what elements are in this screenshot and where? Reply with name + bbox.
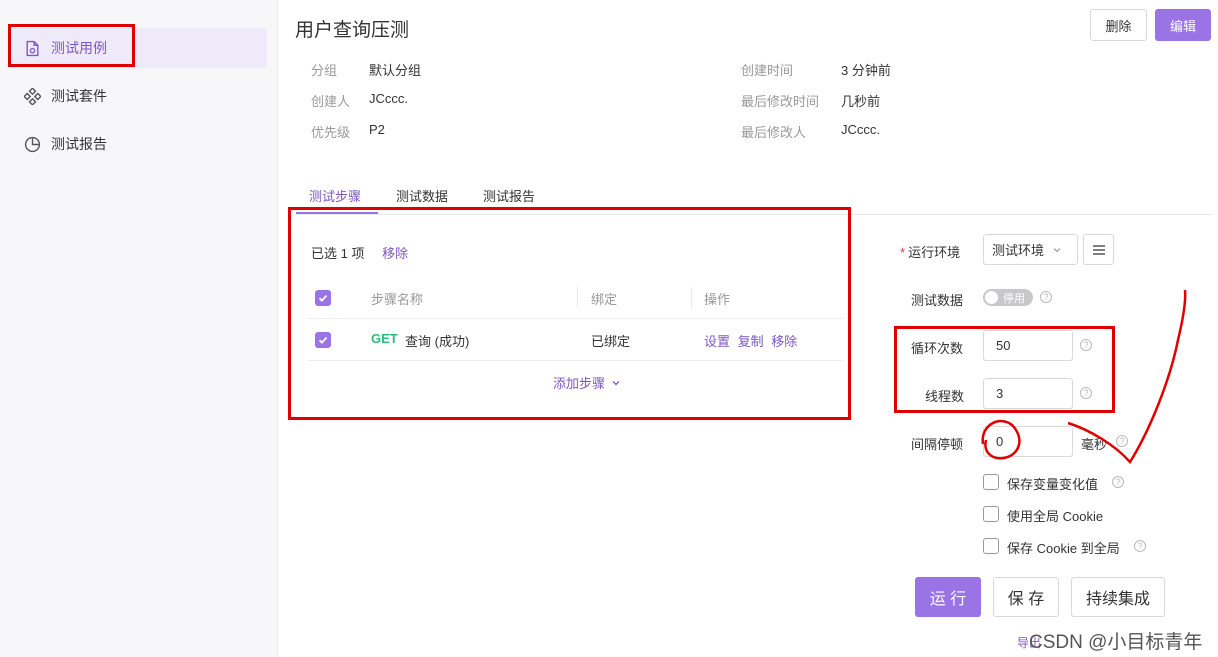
save-vars-label: 保存变量变化值 [1007,477,1099,492]
env-select-value: 测试环境 [992,243,1045,258]
delete-button[interactable]: 删除 [1090,9,1147,41]
remove-link[interactable]: 移除 [771,334,797,349]
global-cookie-checkbox[interactable] [983,506,999,522]
pie-chart-icon [24,136,41,152]
group-value: 默认分组 [369,63,422,78]
priority-value: P2 [369,122,385,137]
created-label: 创建时间 [741,63,794,78]
column-header-bind: 绑定 [591,292,618,307]
test-data-label: 测试数据 [911,293,964,308]
row-actions: 设置 复制 移除 [704,331,801,350]
test-data-toggle[interactable]: 停用 [983,289,1033,306]
row-checkbox[interactable] [315,332,331,348]
selected-count-text: 已选 1 项 [311,246,365,261]
chevron-down-icon [1053,247,1061,252]
select-all-checkbox[interactable] [315,290,331,306]
toggle-knob [985,291,998,304]
tab-test-steps[interactable]: 测试步骤 [309,186,361,205]
toggle-text: 停用 [1003,292,1025,305]
sidebar-item-label: 测试用例 [51,40,107,56]
modifier-value: JCccc. [841,122,880,137]
tab-divider [295,214,1212,215]
created-value: 3 分钟前 [841,63,891,78]
watermark: CSDN @小目标青年 [1029,632,1203,653]
creator-label: 创建人 [311,94,351,109]
modifier-label: 最后修改人 [741,125,807,140]
column-header-step-name: 步骤名称 [371,292,424,307]
add-step-label: 添加步骤 [553,376,606,391]
sidebar-item-label: 测试套件 [51,88,107,104]
copy-link[interactable]: 复制 [738,334,764,349]
edit-button[interactable]: 编辑 [1155,9,1211,41]
ci-button[interactable]: 持续集成 [1071,577,1165,617]
interval-input[interactable] [983,426,1073,457]
save-button[interactable]: 保 存 [993,577,1059,617]
column-separator [577,287,578,307]
sidebar-item-test-reports[interactable]: 测试报告 [10,124,267,164]
sidebar-item-label: 测试报告 [51,136,107,152]
column-separator [691,287,692,307]
tab-test-reports[interactable]: 测试报告 [483,186,535,205]
help-icon[interactable]: ? [1112,476,1124,488]
step-name[interactable]: 查询 (成功) [405,331,469,350]
interval-unit: 毫秒 [1081,437,1108,452]
check-icon [318,336,328,344]
sidebar: 测试用例 测试套件 测试报告 [0,0,278,657]
interval-label: 间隔停顿 [911,437,964,452]
help-icon[interactable]: ? [1080,387,1092,399]
threads-label: 线程数 [925,389,965,404]
row-divider [308,318,843,319]
modified-value: 几秒前 [841,94,881,109]
row-divider [308,360,843,361]
tab-test-data[interactable]: 测试数据 [396,186,448,205]
run-button[interactable]: 运 行 [915,577,981,617]
page-title: 用户查询压测 [295,20,410,41]
save-cookie-checkbox[interactable] [983,538,999,554]
suite-icon [24,87,41,105]
save-vars-checkbox[interactable] [983,474,999,490]
sidebar-item-test-suites[interactable]: 测试套件 [10,76,267,116]
file-code-icon [26,40,39,56]
group-label: 分组 [311,63,338,78]
env-label: * 运行环境 [900,245,961,260]
method-badge: GET [371,331,398,346]
priority-label: 优先级 [311,125,351,140]
env-menu-button[interactable] [1083,234,1114,265]
bind-status: 已绑定 [591,334,631,349]
tab-active-indicator [296,212,378,214]
menu-icon [1092,244,1105,255]
help-icon[interactable]: ? [1080,339,1092,351]
chevron-down-icon [612,380,620,385]
env-label-text: 运行环境 [908,245,961,260]
column-header-actions: 操作 [704,292,731,307]
check-icon [318,294,328,302]
modified-label: 最后修改时间 [741,94,820,109]
add-step-button[interactable]: 添加步骤 [553,373,621,392]
global-cookie-label: 使用全局 Cookie [1007,509,1104,524]
env-select[interactable]: 测试环境 [983,234,1078,265]
settings-link[interactable]: 设置 [704,334,730,349]
help-icon[interactable]: ? [1116,435,1128,447]
sidebar-item-test-cases[interactable]: 测试用例 [10,28,267,68]
loop-count-label: 循环次数 [911,341,964,356]
creator-value: JCccc. [369,91,408,106]
remove-selected-link[interactable]: 移除 [382,246,408,261]
selected-count: 已选 1 项 移除 [311,243,408,262]
help-icon[interactable]: ? [1134,540,1146,552]
save-cookie-label: 保存 Cookie 到全局 [1007,541,1120,556]
loop-count-input[interactable] [983,330,1073,361]
threads-input[interactable] [983,378,1073,409]
help-icon[interactable]: ? [1040,291,1052,303]
